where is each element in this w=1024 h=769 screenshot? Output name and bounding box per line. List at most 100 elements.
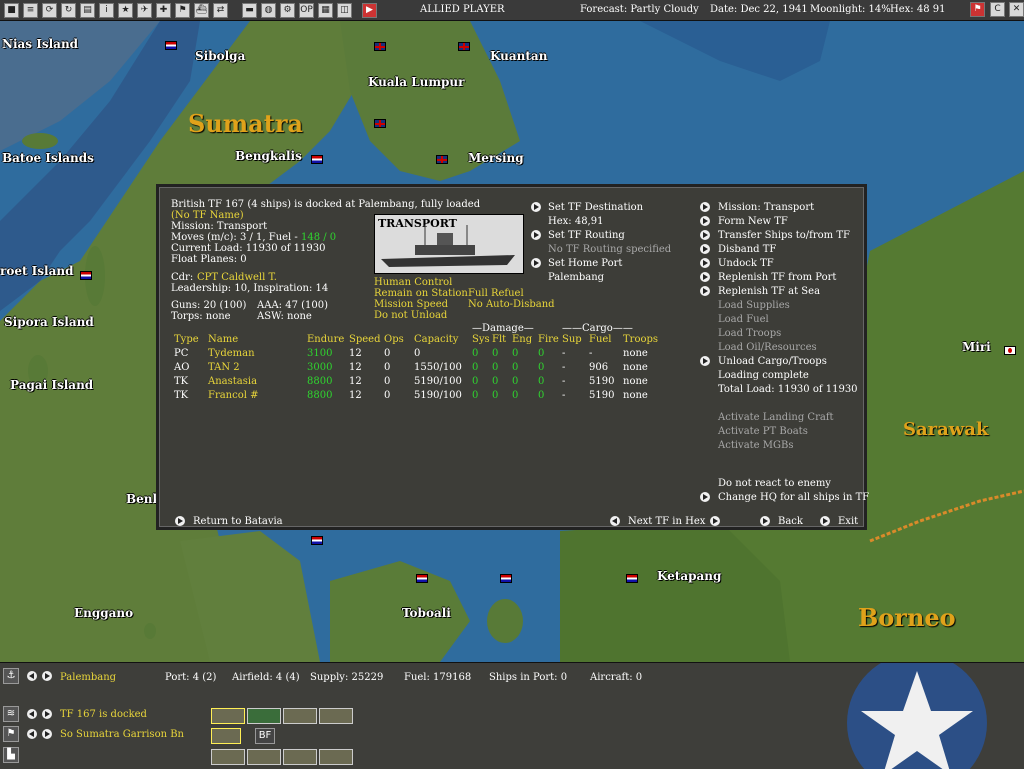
ship-filter-button[interactable] [211,708,245,724]
base-name[interactable]: Palembang [60,672,116,683]
landing-craft-button[interactable]: Activate Landing Craft [718,412,834,423]
arrow-right-icon[interactable] [531,202,541,212]
control-toggle[interactable]: Human Control [374,277,452,288]
star-icon[interactable]: ★ [118,2,133,18]
end-turn-icon[interactable]: ▶ [362,2,377,18]
fleet-icon[interactable]: ≋ [3,706,19,722]
cycle-icon[interactable]: ⟳ [42,2,57,18]
set-routing-button[interactable]: Set TF Routing [548,230,625,241]
unload-toggle[interactable]: Do not Unload [374,310,447,321]
commander-link[interactable]: CPT Caldwell T. [197,272,277,283]
arrow-right-icon[interactable] [700,356,710,366]
arrow-left-icon[interactable] [27,729,37,739]
dutch-flag-icon[interactable] [311,155,323,164]
arrow-right-icon[interactable] [700,244,710,254]
arrow-right-icon[interactable] [42,709,52,719]
mail-icon[interactable] [211,728,241,744]
flag-icon[interactable]: ⚑ [175,2,190,18]
station-toggle[interactable]: Remain on Station [374,288,468,299]
dutch-flag-icon[interactable] [416,574,428,583]
close-icon[interactable]: ✕ [1009,2,1024,17]
ship-filter-button[interactable] [319,708,353,724]
japanese-flag-icon[interactable] [1004,346,1016,355]
tf-action-item[interactable]: Replenish TF from Port [718,272,836,283]
arrow-left-icon[interactable] [610,516,620,526]
return-button[interactable]: Return to Batavia [193,516,283,527]
ship-icon[interactable]: ⛴ [194,2,209,18]
set-destination-button[interactable]: Set TF Destination [548,202,643,213]
ship-name-link[interactable]: Francol # [208,390,259,401]
fleet-icon[interactable]: ▬ [242,2,257,18]
tf-action-item[interactable]: Load Troops [718,328,781,339]
arrow-right-icon[interactable] [700,492,710,502]
dutch-flag-icon[interactable] [165,41,177,50]
tf-action-item[interactable]: Replenish TF at Sea [718,286,820,297]
tf-action-item[interactable]: Disband TF [718,244,776,255]
tf-action-item[interactable]: Transfer Ships to/from TF [718,230,850,241]
british-flag-icon[interactable] [458,42,470,51]
building-icon[interactable]: ▙ [3,747,19,763]
back-button[interactable]: Back [778,516,803,527]
tf-action-item[interactable]: Undock TF [718,258,774,269]
pt-boats-button[interactable]: Activate PT Boats [718,426,808,437]
cross-icon[interactable]: ✚ [156,2,171,18]
arrow-right-icon[interactable] [700,258,710,268]
ship-name-link[interactable]: TAN 2 [208,362,240,373]
unit-filter-button[interactable] [283,749,317,765]
tf-action-item[interactable]: Load Supplies [718,300,790,311]
tf-status[interactable]: TF 167 is docked [60,709,147,720]
speed-toggle[interactable]: Mission Speed [374,299,448,310]
disband-toggle[interactable]: No Auto-Disband [468,299,555,310]
square-icon[interactable]: ■ [4,2,19,18]
arrow-left-icon[interactable] [27,671,37,681]
british-flag-icon[interactable] [436,155,448,164]
ship-name-link[interactable]: Anastasia [208,376,257,387]
react-toggle[interactable]: Do not react to enemy [718,478,831,489]
ship-name-link[interactable]: Tydeman [208,348,255,359]
british-flag-icon[interactable] [374,119,386,128]
arrow-right-icon[interactable] [820,516,830,526]
document-icon[interactable]: ▤ [80,2,95,18]
swap-icon[interactable]: ⇄ [213,2,228,18]
arrow-right-icon[interactable] [700,216,710,226]
globe-icon[interactable]: ◍ [261,2,276,18]
ship-filter-button[interactable] [283,708,317,724]
tf-action-item[interactable]: Unload Cargo/Troops [718,356,827,367]
tf-action-item[interactable]: Load Fuel [718,314,769,325]
gear-icon[interactable]: ⚙ [280,2,295,18]
arrow-right-icon[interactable] [700,272,710,282]
anchor-icon[interactable]: ⚓ [3,668,19,684]
bf-button[interactable]: BF [255,728,275,744]
unit-filter-button[interactable] [211,749,245,765]
arrow-right-icon[interactable] [760,516,770,526]
tf-action-item[interactable]: Form New TF [718,216,788,227]
tf-name-link[interactable]: (No TF Name) [171,210,244,221]
arrow-right-icon[interactable] [700,230,710,240]
unit-filter-button[interactable] [247,749,281,765]
dutch-flag-icon[interactable] [500,574,512,583]
next-tf-button[interactable]: Next TF in Hex [628,516,705,527]
refuel-toggle[interactable]: Full Refuel [468,288,524,299]
dutch-flag-icon[interactable] [626,574,638,583]
mgbs-button[interactable]: Activate MGBs [718,440,793,451]
flag-icon[interactable]: ⚑ [3,726,19,742]
arrow-right-icon[interactable] [42,671,52,681]
arrow-right-icon[interactable] [175,516,185,526]
map-icon[interactable]: ▦ [318,2,333,18]
report-icon[interactable]: ◫ [337,2,352,18]
arrow-right-icon[interactable] [710,516,720,526]
op-button[interactable]: OP [299,2,314,18]
info-icon[interactable]: i [99,2,114,18]
arrow-right-icon[interactable] [531,258,541,268]
arrow-right-icon[interactable] [700,202,710,212]
refresh-icon[interactable]: ↻ [61,2,76,18]
c-icon[interactable]: C [990,2,1005,17]
arrow-right-icon[interactable] [42,729,52,739]
arrow-left-icon[interactable] [27,709,37,719]
tf-action-item[interactable]: Load Oil/Resources [718,342,817,353]
arrow-right-icon[interactable] [531,230,541,240]
change-hq-button[interactable]: Change HQ for all ships in TF [718,492,869,503]
british-flag-icon[interactable] [374,42,386,51]
dutch-flag-icon[interactable] [311,536,323,545]
ship-filter-button[interactable] [247,708,281,724]
